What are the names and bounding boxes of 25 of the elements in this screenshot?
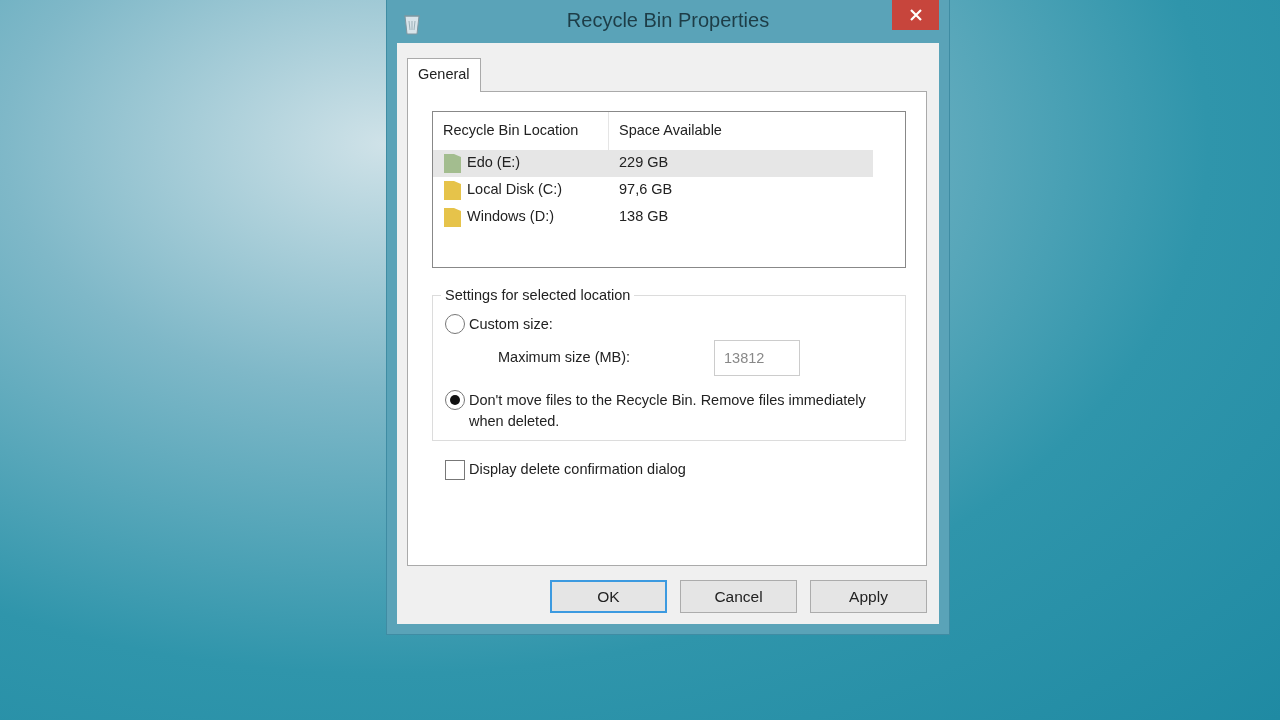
radio-label: Don't move files to the Recycle Bin. Remove files immediately when deleted. (469, 390, 867, 432)
dialog-button[interactable]: OK (550, 579, 667, 613)
list-row[interactable]: Windows (D:) 138 GB (433, 203, 873, 231)
drive-name: Edo (E:) (467, 153, 521, 173)
recycle-bin-icon (403, 13, 421, 35)
space-available: 138 GB (618, 207, 670, 227)
list-row[interactable]: Local Disk (C:) 97,6 GB (433, 176, 873, 204)
list-row[interactable]: Edo (E:) 229 GB (433, 149, 873, 177)
space-available: 97,6 GB (618, 180, 674, 200)
space-available: 229 GB (618, 153, 670, 173)
column-header[interactable]: Recycle Bin Location (433, 119, 579, 142)
window-title: Recycle Bin Properties (566, 9, 770, 31)
tab[interactable]: General (407, 58, 481, 92)
close-button[interactable] (892, 0, 939, 30)
drive-name: Windows (D:) (467, 207, 554, 227)
field-label: Maximum size (MB): (498, 347, 632, 367)
checkbox[interactable] (445, 459, 465, 480)
drive-name: Local Disk (C:) (467, 180, 563, 200)
dialog-button[interactable]: Apply (810, 579, 927, 613)
dialog-button[interactable]: Cancel (680, 579, 797, 613)
radio-label: Custom size: (469, 314, 554, 334)
close-icon (909, 9, 922, 21)
checkbox-label: Display delete confirmation dialog (469, 459, 686, 479)
column-header[interactable]: Space Available (609, 121, 722, 138)
radio-button[interactable] (445, 389, 465, 410)
